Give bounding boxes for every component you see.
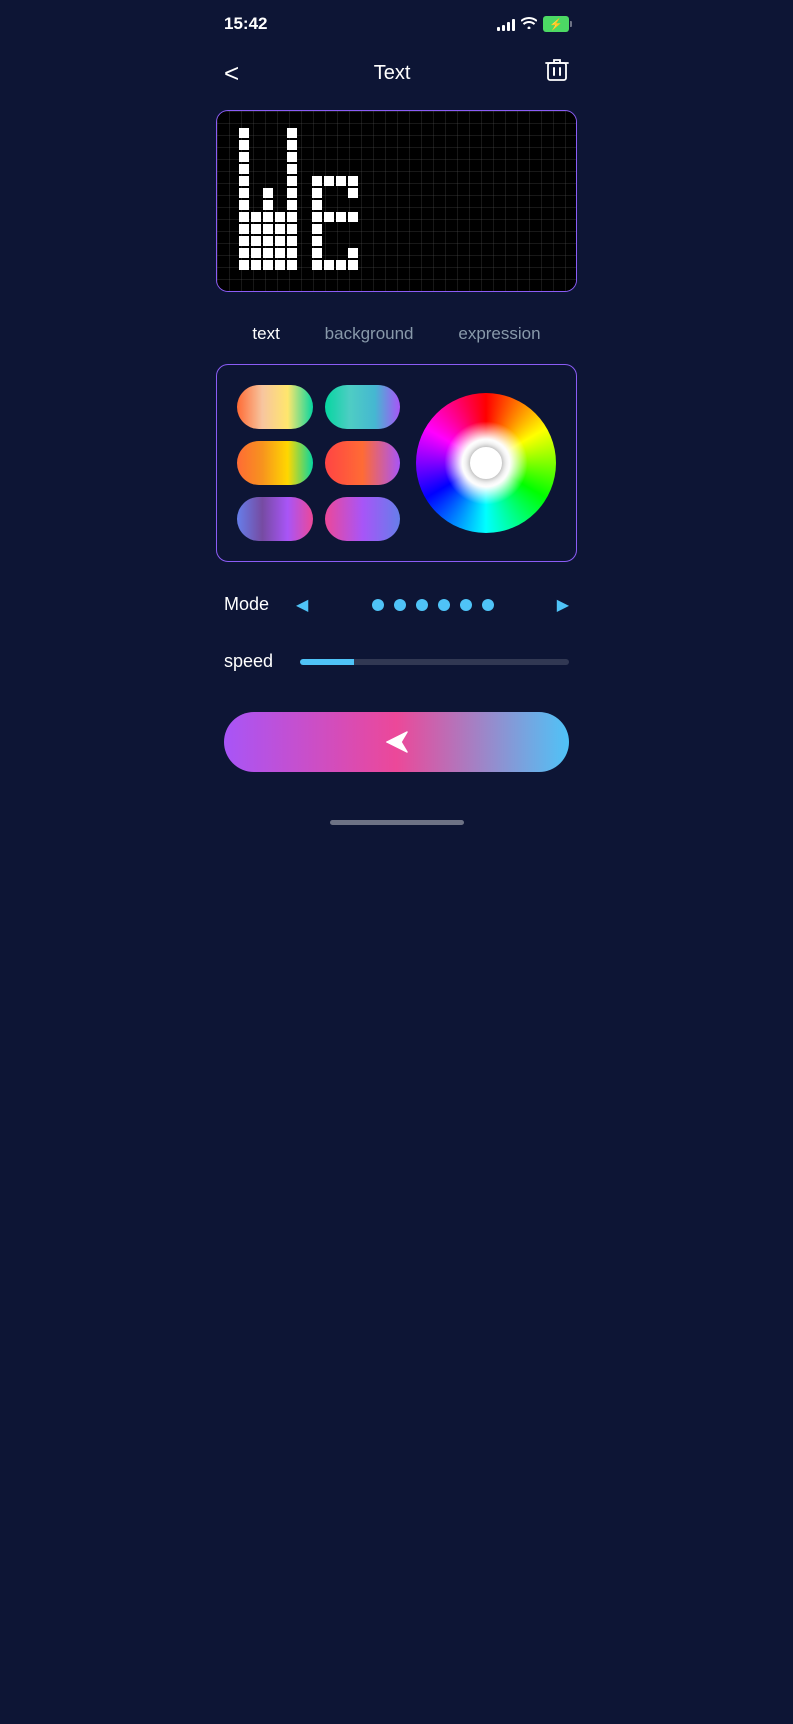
mode-dot-6[interactable] <box>482 599 494 611</box>
color-swatch-4[interactable] <box>325 441 401 485</box>
status-time: 15:42 <box>224 14 267 34</box>
send-button[interactable] <box>224 712 569 772</box>
home-indicator <box>200 812 593 837</box>
status-bar: 15:42 ⚡ <box>200 0 593 44</box>
battery-charging-icon: ⚡ <box>549 18 563 31</box>
mode-prev-button[interactable]: ◀ <box>296 595 308 615</box>
mode-dot-5[interactable] <box>460 599 472 611</box>
pixel-art-preview <box>237 126 576 276</box>
pixel-canvas <box>217 111 576 291</box>
speed-label: speed <box>224 651 284 672</box>
page-title: Text <box>374 62 411 85</box>
color-swatch-5[interactable] <box>237 497 313 541</box>
color-wheel-center-dot <box>470 447 502 479</box>
color-swatch-3[interactable] <box>237 441 313 485</box>
speed-section: speed <box>200 643 593 712</box>
mode-label: Mode <box>224 594 284 615</box>
mode-dot-3[interactable] <box>416 599 428 611</box>
color-swatch-1[interactable] <box>237 385 313 429</box>
mode-next-button[interactable]: ▶ <box>557 595 569 615</box>
mode-dot-4[interactable] <box>438 599 450 611</box>
tab-text[interactable]: text <box>244 320 287 348</box>
status-icons: ⚡ <box>497 16 569 32</box>
color-swatches <box>237 385 400 541</box>
preview-container <box>216 110 577 292</box>
tabs-container: text background expression <box>200 312 593 364</box>
send-button-container <box>200 712 593 812</box>
color-swatch-6[interactable] <box>325 497 401 541</box>
wifi-icon <box>521 16 537 32</box>
tab-expression[interactable]: expression <box>450 320 548 348</box>
color-wheel-container[interactable] <box>416 393 556 533</box>
home-bar <box>330 820 464 825</box>
mode-dots <box>320 599 544 611</box>
mode-dot-2[interactable] <box>394 599 406 611</box>
speed-slider-track <box>300 659 569 665</box>
color-panel <box>216 364 577 562</box>
color-swatch-2[interactable] <box>325 385 401 429</box>
battery-icon: ⚡ <box>543 16 569 32</box>
signal-icon <box>497 17 515 31</box>
send-icon <box>383 728 411 756</box>
mode-dot-1[interactable] <box>372 599 384 611</box>
tab-background[interactable]: background <box>317 320 422 348</box>
speed-slider[interactable] <box>300 659 569 665</box>
delete-button[interactable] <box>545 56 569 90</box>
mode-section: Mode ◀ ▶ <box>200 586 593 643</box>
nav-header: < Text <box>200 44 593 110</box>
back-button[interactable]: < <box>224 60 239 86</box>
